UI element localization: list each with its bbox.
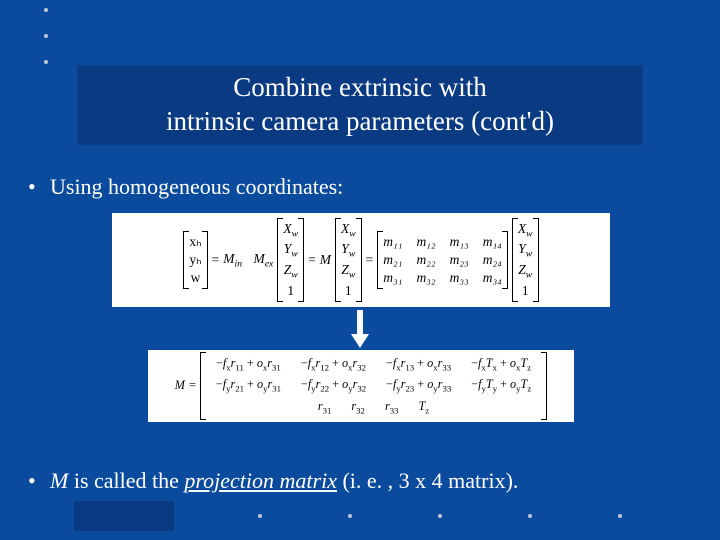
m-entry: m₁₃ xyxy=(450,233,469,251)
dot-icon xyxy=(44,34,48,38)
equation-projection-expanded: M = −fxr11 + oxr31 −fxr12 + oxr32 −fxr13… xyxy=(148,350,574,422)
vec-entry: Xw xyxy=(283,220,298,241)
vec-entry: Zw xyxy=(284,261,298,282)
bullet-icon: • xyxy=(28,174,36,200)
var-M: M xyxy=(50,468,68,493)
decoration-dots-top xyxy=(44,8,48,86)
matrix-M: M xyxy=(175,378,185,393)
m-entry: m₁₄ xyxy=(483,233,502,251)
bullet-text: M is called the projection matrix (i. e.… xyxy=(50,468,518,493)
m-entry: −fyTy + oyTz xyxy=(461,375,541,396)
vector-world: Xw Yw Zw 1 xyxy=(512,218,539,303)
vec-entry: 1 xyxy=(287,282,294,300)
vector-xh: xₕ yₕ w xyxy=(183,231,207,290)
m-entry: m₃₂ xyxy=(416,269,435,287)
m-entry: m₂₃ xyxy=(450,251,469,269)
m-entry: −fxr13 + oxr33 xyxy=(376,354,461,375)
m-entry: −fxTx + oxTz xyxy=(461,354,541,375)
dot-icon xyxy=(528,514,532,518)
m-entry: r31 xyxy=(308,397,342,418)
dot-icon xyxy=(618,514,622,518)
m-entry: m₃₃ xyxy=(450,269,469,287)
dot-icon xyxy=(438,514,442,518)
equals-sign: = xyxy=(308,252,316,268)
m-entry: m₂₄ xyxy=(483,251,502,269)
vec-entry: Zw xyxy=(518,261,532,282)
vec-entry: yₕ xyxy=(189,251,201,269)
vec-entry: xₕ xyxy=(189,233,201,251)
slide-title: Combine extrinsic with intrinsic camera … xyxy=(166,71,554,139)
vec-entry: w xyxy=(191,269,201,287)
equals-sign: = xyxy=(366,252,374,268)
equation-projection-definition: xₕ yₕ w = Min Mex Xw Yw Zw 1 = M Xw Yw Z… xyxy=(112,213,610,307)
bullet-item: • M is called the projection matrix (i. … xyxy=(28,468,688,494)
matrix-m-entries: m₁₁ m₁₂ m₁₃ m₁₄ m₂₁ m₂₂ m₂₃ m₂₄ m₃₁ m₃₂ … xyxy=(377,231,508,290)
m-entry: m₃₄ xyxy=(483,269,502,287)
m-entry: −fyr21 + oyr31 xyxy=(206,375,291,396)
m-entry: m₂₂ xyxy=(416,251,435,269)
bullet-icon: • xyxy=(28,468,36,494)
m-entry: −fyr23 + oyr33 xyxy=(376,375,461,396)
dot-icon xyxy=(348,514,352,518)
bullet-text: Using homogeneous coordinates: xyxy=(50,174,343,199)
matrix-M: M xyxy=(320,252,331,268)
dot-icon xyxy=(258,514,262,518)
bullet-item: • Using homogeneous coordinates: xyxy=(28,174,668,200)
vector-world: Xw Yw Zw 1 xyxy=(277,218,304,303)
m-entry: m₁₁ xyxy=(383,233,402,251)
matrix-Mex: Mex xyxy=(253,251,273,270)
vec-entry: Xw xyxy=(341,220,356,241)
vector-world: Xw Yw Zw 1 xyxy=(335,218,362,303)
dot-icon xyxy=(44,60,48,64)
m-entry: Tz xyxy=(408,397,439,418)
m-entry: m₃₁ xyxy=(383,269,402,287)
vec-entry: Yw xyxy=(518,240,532,261)
matrix-M-expanded: −fxr11 + oxr31 −fxr12 + oxr32 −fxr13 + o… xyxy=(200,352,547,419)
term-projection-matrix: projection matrix xyxy=(184,468,337,493)
matrix-Min: Min xyxy=(223,251,242,270)
vec-entry: Zw xyxy=(341,261,355,282)
dot-icon xyxy=(44,8,48,12)
equation-row: xₕ yₕ w = Min Mex Xw Yw Zw 1 = M Xw Yw Z… xyxy=(183,218,538,303)
decoration-dots-bottom xyxy=(258,514,622,518)
vec-entry: Yw xyxy=(341,240,355,261)
m-entry: −fyr22 + oyr32 xyxy=(291,375,376,396)
m-entry: r32 xyxy=(341,397,375,418)
equals-sign: = xyxy=(212,252,220,268)
vec-entry: Yw xyxy=(284,240,298,261)
text-fragment: is called the xyxy=(68,468,184,493)
m-entry: m₁₂ xyxy=(416,233,435,251)
m-entry: −fxr11 + oxr31 xyxy=(206,354,291,375)
equals-sign: = xyxy=(189,378,196,393)
text-fragment: (i. e. , 3 x 4 matrix). xyxy=(337,468,518,493)
vec-entry: Xw xyxy=(518,220,533,241)
slide-title-band: Combine extrinsic with intrinsic camera … xyxy=(78,66,642,144)
m-entry: m₂₁ xyxy=(383,251,402,269)
vec-entry: 1 xyxy=(345,282,352,300)
vec-entry: 1 xyxy=(522,282,529,300)
m-entry: −fxr12 + oxr32 xyxy=(291,354,376,375)
equation-row: M = −fxr11 + oxr31 −fxr12 + oxr32 −fxr13… xyxy=(175,352,547,419)
m-entry: r33 xyxy=(375,397,409,418)
arrow-down-icon xyxy=(351,310,369,348)
decoration-rect xyxy=(74,501,174,531)
